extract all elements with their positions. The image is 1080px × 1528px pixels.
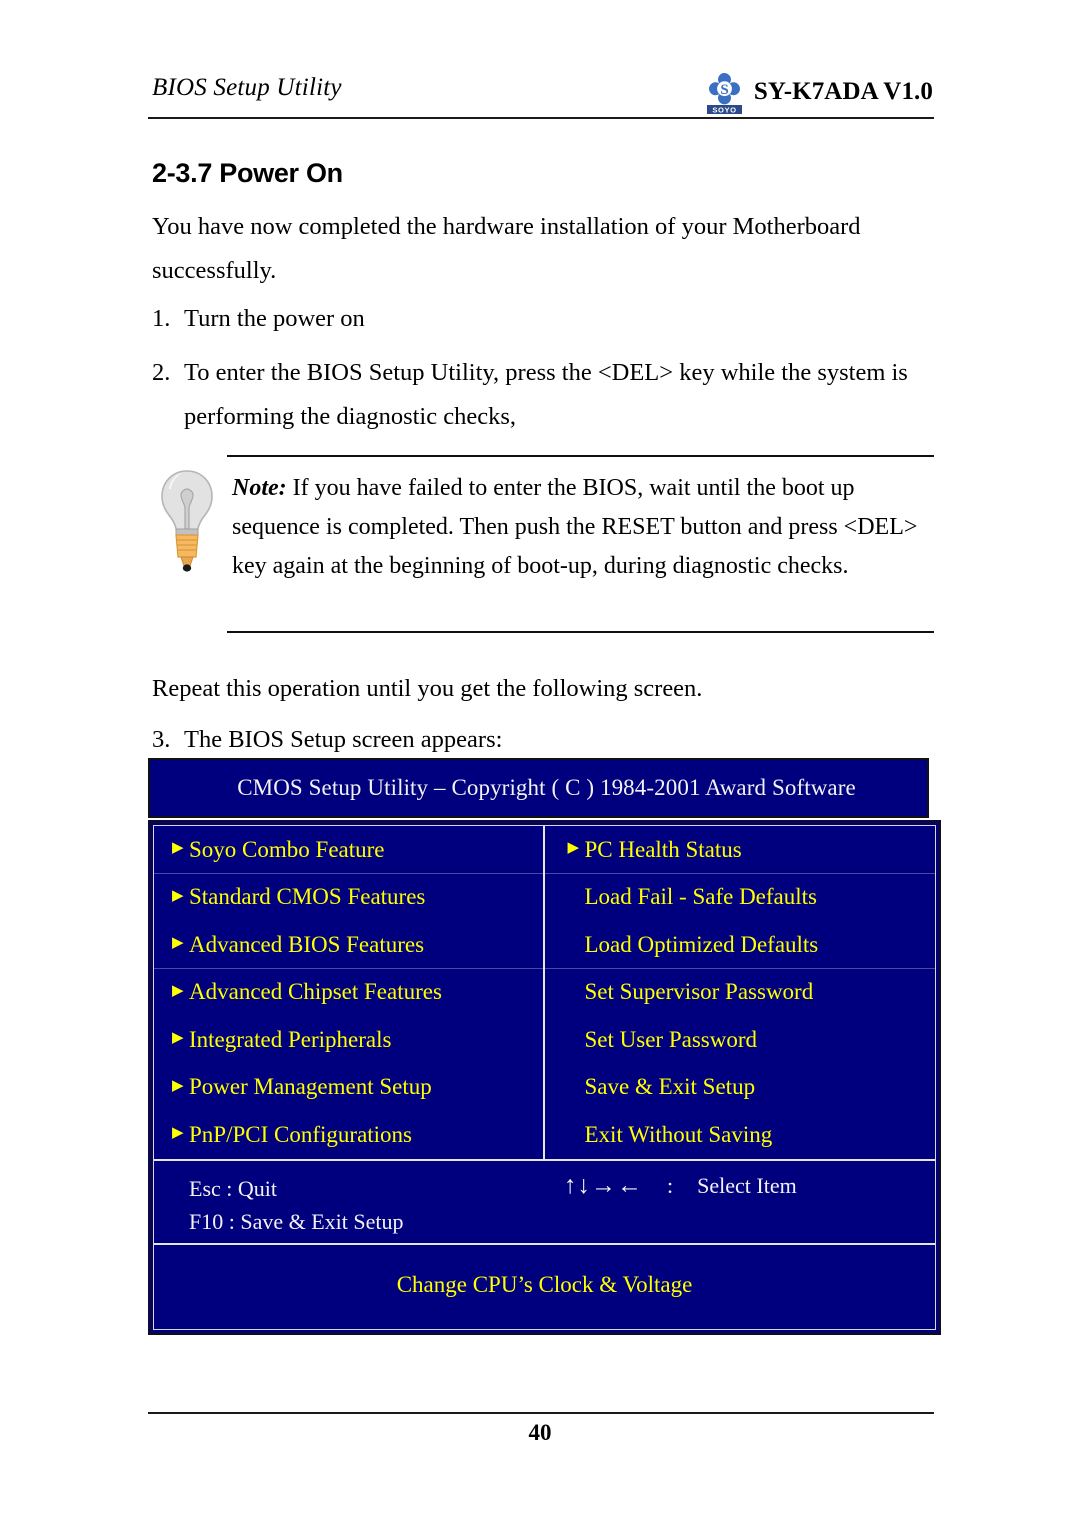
list-item-text: The BIOS Setup screen appears: — [184, 726, 503, 753]
bios-title-text: CMOS Setup Utility – Copyright ( C ) 198… — [237, 775, 856, 800]
bios-menu-item-label: Set User Password — [584, 1026, 758, 1052]
document-page: BIOS Setup Utility S SOYO SY-K7ADA V1.0 … — [0, 0, 1080, 1528]
note-bottom-divider — [227, 631, 934, 633]
repeat-paragraph: Repeat this operation until you get the … — [152, 675, 703, 702]
svg-text:SOYO: SOYO — [712, 105, 736, 114]
header-brand: S SOYO SY-K7ADA V1.0 — [705, 70, 933, 114]
bios-help-bar: Change CPU’s Clock & Voltage — [154, 1242, 935, 1329]
bios-menu-grid: ▶ Soyo Combo Feature ▶ Standard CMOS Fea… — [154, 826, 935, 1159]
bios-menu-item-integrated-peripherals[interactable]: ▶ Integrated Peripherals — [154, 1016, 543, 1064]
model-name: SY-K7ADA V1.0 — [753, 78, 933, 105]
bios-menu-item-advanced-chipset-features[interactable]: ▶ Advanced Chipset Features — [154, 969, 543, 1017]
bios-key-select-item-label: Select Item — [697, 1172, 797, 1198]
bios-menu-item-label: Standard CMOS Features — [189, 884, 426, 910]
bios-key-legend-left: Esc : Quit F10 : Save & Exit Setup — [189, 1172, 404, 1238]
bios-menu-item-exit-without-saving[interactable]: ▶ Exit Without Saving — [545, 1111, 936, 1159]
bios-menu-item-label: Advanced BIOS Features — [189, 931, 425, 957]
bios-key-separator: : — [667, 1172, 674, 1198]
lightbulb-icon — [154, 467, 220, 575]
bios-menu-item-label: Load Fail - Safe Defaults — [584, 884, 817, 910]
bios-key-f10: F10 : Save & Exit Setup — [189, 1208, 404, 1234]
note-label: Note: — [232, 475, 287, 501]
bios-menu-item-load-fail-safe-defaults[interactable]: ▶ Load Fail - Safe Defaults — [545, 874, 936, 922]
list-item-number: 3. — [152, 726, 171, 753]
bios-menu-item-label: PC Health Status — [584, 836, 742, 862]
intro-paragraph: You have now completed the hardware inst… — [152, 213, 861, 284]
bios-menu-item-pnp-pci-configurations[interactable]: ▶ PnP/PCI Configurations — [154, 1111, 543, 1159]
triangle-right-icon: ▶ — [172, 982, 184, 999]
bios-menu-item-label: Exit Without Saving — [584, 1121, 773, 1147]
footer-divider — [148, 1412, 934, 1414]
header-title: BIOS Setup Utility — [152, 74, 342, 101]
bios-menu-item-label: Set Supervisor Password — [584, 979, 814, 1005]
triangle-right-icon: ▶ — [172, 1030, 184, 1047]
list-item: 3. The BIOS Setup screen appears: — [152, 718, 942, 762]
list-item-number: 2. — [152, 359, 171, 386]
note-body: If you have failed to enter the BIOS, wa… — [232, 475, 918, 579]
bios-menu-item-label: PnP/PCI Configurations — [189, 1121, 413, 1147]
bios-setup-screenshot: CMOS Setup Utility – Copyright ( C ) 198… — [148, 758, 941, 1335]
bios-menu-item-label: Advanced Chipset Features — [189, 979, 442, 1005]
svg-text:S: S — [720, 82, 728, 98]
bios-menu-item-label: Save & Exit Setup — [584, 1074, 756, 1100]
bios-help-bar-text: Change CPU’s Clock & Voltage — [396, 1271, 693, 1297]
bios-menu-left-column: ▶ Soyo Combo Feature ▶ Standard CMOS Fea… — [154, 826, 545, 1159]
bios-menu-item-soyo-combo-feature[interactable]: ▶ Soyo Combo Feature — [154, 826, 543, 874]
note-top-divider — [227, 455, 934, 457]
bios-menu-item-label: Power Management Setup — [189, 1074, 432, 1100]
bios-menu-item-label: Load Optimized Defaults — [584, 931, 819, 957]
page-title: 2-3.7 Power On — [152, 158, 343, 188]
bios-key-legend: Esc : Quit F10 : Save & Exit Setup ↑↓→← … — [154, 1158, 935, 1243]
document-header: BIOS Setup Utility S SOYO SY-K7ADA V1.0 — [148, 73, 933, 120]
page-number: 40 — [528, 1420, 552, 1445]
soyo-logo-icon: S SOYO — [705, 70, 745, 114]
triangle-right-icon: ▶ — [172, 935, 184, 952]
bios-menu-item-standard-cmos-features[interactable]: ▶ Standard CMOS Features — [154, 874, 543, 922]
list-item-text: Turn the power on — [184, 305, 365, 332]
header-divider — [148, 117, 934, 119]
bios-title-bar: CMOS Setup Utility – Copyright ( C ) 198… — [148, 758, 929, 818]
bios-panel-inner: ▶ Soyo Combo Feature ▶ Standard CMOS Fea… — [153, 825, 936, 1330]
bios-menu-item-set-supervisor-password[interactable]: ▶ Set Supervisor Password — [545, 969, 936, 1017]
bios-menu-item-pc-health-status[interactable]: ▶ PC Health Status — [544, 826, 936, 874]
bios-menu-item-label: Soyo Combo Feature — [189, 836, 385, 862]
bios-menu-item-power-management-setup[interactable]: ▶ Power Management Setup — [154, 1064, 543, 1112]
arrow-keys-icon: ↑↓→← — [564, 1171, 643, 1199]
bios-key-esc: Esc : Quit — [189, 1175, 277, 1201]
triangle-right-icon: ▶ — [172, 1125, 184, 1142]
bios-menu-item-set-user-password[interactable]: ▶ Set User Password — [545, 1016, 936, 1064]
triangle-right-icon: ▶ — [567, 840, 580, 857]
triangle-right-icon: ▶ — [172, 887, 184, 904]
triangle-right-icon: ▶ — [172, 1077, 184, 1094]
bios-menu-item-save-and-exit-setup[interactable]: ▶ Save & Exit Setup — [545, 1064, 936, 1112]
triangle-right-icon: ▶ — [172, 840, 184, 857]
bios-menu-item-label: Integrated Peripherals — [189, 1026, 392, 1052]
list-item-number: 1. — [152, 305, 171, 332]
list-item: 2. To enter the BIOS Setup Utility, pres… — [152, 351, 942, 439]
bios-key-legend-right: ↑↓→← : Select Item — [564, 1172, 797, 1200]
bios-main-panel: ▶ Soyo Combo Feature ▶ Standard CMOS Fea… — [148, 820, 941, 1335]
bios-menu-item-load-optimized-defaults[interactable]: ▶ Load Optimized Defaults — [544, 921, 936, 969]
list-item-text: To enter the BIOS Setup Utility, press t… — [184, 359, 908, 430]
bios-menu-right-column: ▶ PC Health Status ▶ Load Fail - Safe De… — [544, 826, 936, 1159]
list-item: 1. Turn the power on — [152, 297, 942, 341]
note-callout: Note: If you have failed to enter the BI… — [152, 455, 934, 633]
note-text: Note: If you have failed to enter the BI… — [232, 469, 932, 586]
bios-menu-item-advanced-bios-features[interactable]: ▶ Advanced BIOS Features — [154, 921, 543, 969]
